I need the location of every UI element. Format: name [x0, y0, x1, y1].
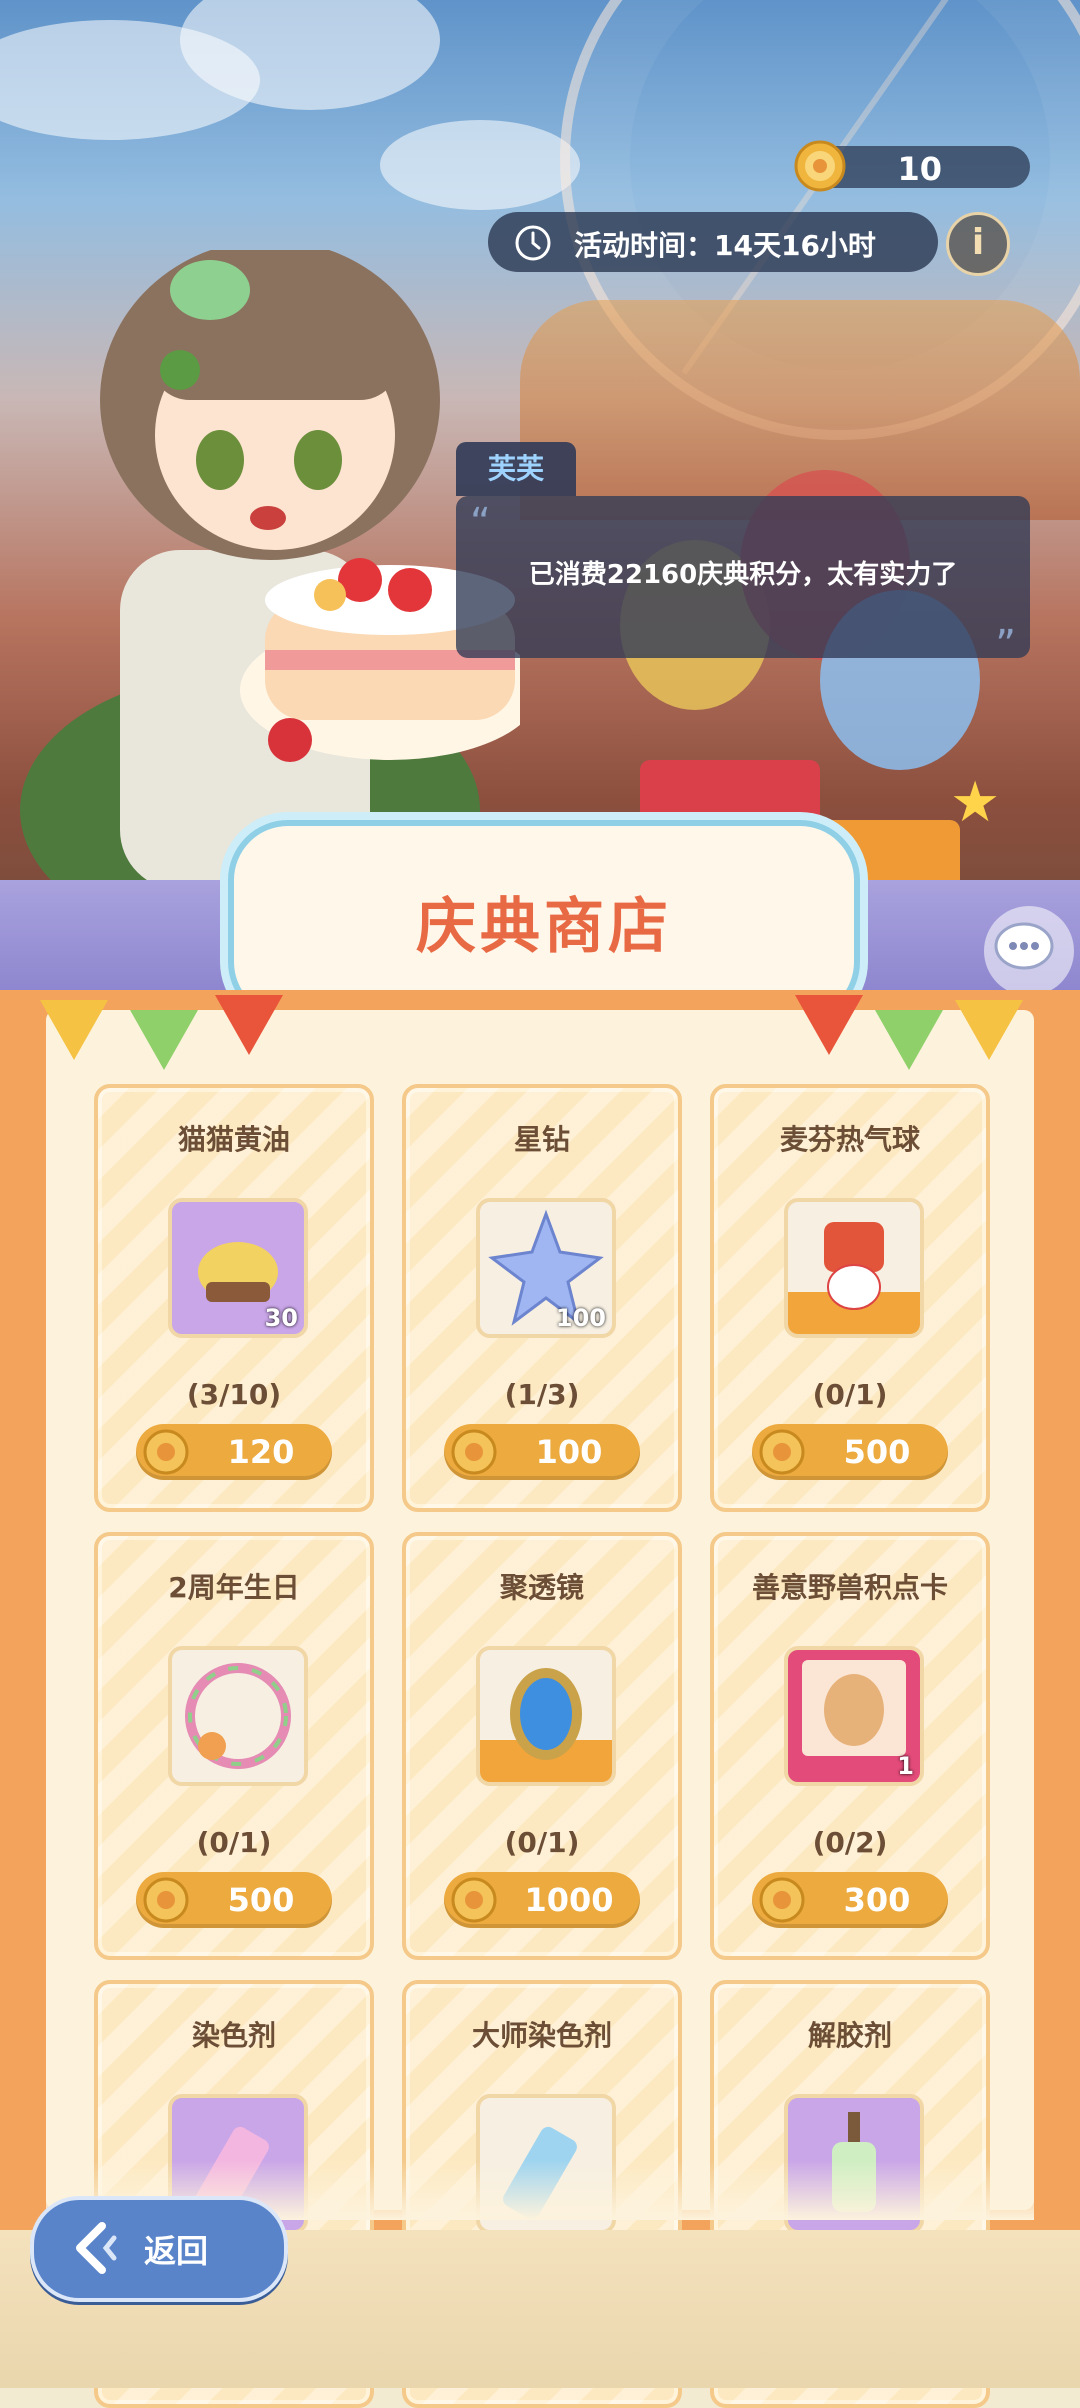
npc-name: 芙芙	[456, 442, 576, 496]
item-quantity: 30	[264, 1304, 298, 1332]
item-price: 300	[843, 1881, 911, 1919]
item-name: 麦芬热气球	[779, 1123, 920, 1156]
pennant-flag	[795, 995, 863, 1055]
chat-button[interactable]	[984, 906, 1074, 996]
item-price: 100	[535, 1433, 603, 1471]
purchase-limit: (0/1)	[504, 1826, 580, 1859]
purchase-limit: (0/2)	[812, 1826, 888, 1859]
anniversary-frame-icon	[168, 1646, 308, 1786]
chat-bubble-icon	[994, 922, 1054, 970]
item-price: 120	[227, 1433, 295, 1471]
shop-item-card[interactable]: 猫猫黄油 30 (3/10) 120	[94, 1084, 374, 1512]
buy-button[interactable]: 100	[444, 1424, 640, 1480]
shop-item-card[interactable]: 麦芬热气球 (0/1) 500	[710, 1084, 990, 1512]
item-name: 解胶剂	[807, 2019, 892, 2052]
festival-coin-icon	[759, 1429, 805, 1475]
shop-title: 庆典商店	[416, 892, 672, 962]
buy-button[interactable]: 500	[136, 1872, 332, 1928]
festival-coin-icon	[143, 1877, 189, 1923]
shop-item-card[interactable]: 2周年生日 (0/1) 500	[94, 1532, 374, 1960]
pennant-flag	[130, 1010, 198, 1070]
item-price: 500	[227, 1881, 295, 1919]
open-quote-icon: “	[470, 500, 491, 546]
pennant-flag	[215, 995, 283, 1055]
pennant-flag	[40, 1000, 108, 1060]
item-name: 大师染色剂	[471, 2019, 612, 2052]
buy-button[interactable]: 300	[752, 1872, 948, 1928]
festival-coin-icon	[759, 1877, 805, 1923]
item-name: 染色剂	[191, 2019, 276, 2052]
buy-button[interactable]: 1000	[444, 1872, 640, 1928]
item-quantity: 1	[897, 1752, 914, 1780]
character-illustration	[20, 250, 520, 900]
event-timer: 活动时间：14天16小时	[488, 212, 938, 272]
item-quantity: 100	[555, 1304, 606, 1332]
item-price: 500	[843, 1433, 911, 1471]
clock-icon	[515, 225, 551, 261]
beast-card-icon: 1	[784, 1646, 924, 1786]
shop-item-card[interactable]: 善意野兽积点卡 1 (0/2) 300	[710, 1532, 990, 1960]
back-label: 返回	[144, 2232, 209, 2270]
npc-dialogue-text: 已消费22160庆典积分，太有实力了	[528, 560, 958, 590]
cat-butter-icon: 30	[168, 1198, 308, 1338]
muffin-balloon-icon	[784, 1198, 924, 1338]
item-name: 猫猫黄油	[177, 1123, 290, 1156]
back-button[interactable]: 返回	[30, 2196, 288, 2302]
shop-panel[interactable]: 猫猫黄油 30 (3/10) 120 星钻 100 (1/3) 100 麦芬热气…	[46, 1010, 1034, 2408]
item-name: 聚透镜	[499, 1571, 584, 1604]
close-quote-icon: ”	[995, 622, 1016, 668]
purchase-limit: (0/1)	[196, 1826, 272, 1859]
shop-item-card[interactable]: 聚透镜 (0/1) 1000	[402, 1532, 682, 1960]
purchase-limit: (3/10)	[186, 1378, 282, 1411]
pennant-flag	[875, 1010, 943, 1070]
back-arrow-icon	[76, 2222, 117, 2274]
item-price: 1000	[524, 1881, 614, 1919]
currency-value: 10	[897, 150, 942, 188]
currency-display: 10	[794, 140, 1030, 192]
festival-coin-icon	[143, 1429, 189, 1475]
purchase-limit: (0/1)	[812, 1378, 888, 1411]
npc-dialogue-box[interactable]: “ 已消费22160庆典积分，太有实力了 ”	[456, 496, 1030, 668]
buy-button[interactable]: 120	[136, 1424, 332, 1480]
purchase-limit: (1/3)	[504, 1378, 580, 1411]
event-time-label: 活动时间：14天16小时	[574, 229, 876, 262]
festival-coin-icon	[451, 1429, 497, 1475]
festival-coin-icon	[451, 1877, 497, 1923]
buy-button[interactable]: 500	[752, 1424, 948, 1480]
info-button[interactable]: i	[946, 212, 1010, 276]
item-name: 星钻	[513, 1123, 570, 1156]
pennant-flag	[955, 1000, 1023, 1060]
mirror-icon	[476, 1646, 616, 1786]
item-name: 善意野兽积点卡	[751, 1571, 948, 1604]
item-name: 2周年生日	[168, 1571, 300, 1604]
star-decoration: ★	[950, 770, 1001, 835]
festival-coin-icon	[794, 140, 846, 192]
shop-item-card[interactable]: 星钻 100 (1/3) 100	[402, 1084, 682, 1512]
star-diamond-icon: 100	[476, 1198, 616, 1338]
